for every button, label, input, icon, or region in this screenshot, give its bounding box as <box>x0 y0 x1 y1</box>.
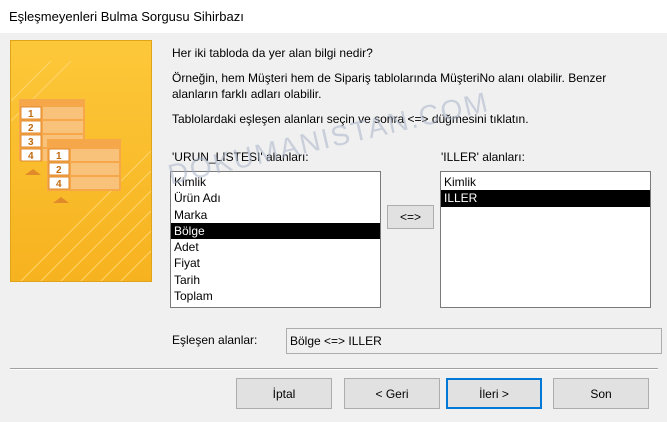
art-num-back-1: 1 <box>28 109 34 120</box>
art-num-front-2: 2 <box>56 165 62 176</box>
finish-button[interactable]: Son <box>553 378 649 409</box>
table-join-graphic: 1 2 3 4 1 2 4 <box>11 60 151 281</box>
list-item[interactable]: Fiyat <box>171 255 380 271</box>
list-item[interactable]: Kimlik <box>441 174 650 190</box>
title-bar: Eşleşmeyenleri Bulma Sorgusu Sihirbazı <box>0 0 667 33</box>
list-item[interactable]: Tarih <box>171 272 380 288</box>
cancel-button[interactable]: İptal <box>236 378 332 409</box>
match-fields-button[interactable]: <=> <box>387 205 434 229</box>
art-num-front-1: 1 <box>56 151 62 162</box>
art-num-back-2: 2 <box>28 123 34 134</box>
next-button[interactable]: İleri > <box>446 378 542 409</box>
list-item[interactable]: Toplam <box>171 288 380 304</box>
list-item[interactable]: Kimlik <box>171 174 380 190</box>
back-button[interactable]: < Geri <box>344 378 440 409</box>
example-text-line2: alanların farklı adları olabilir. <box>172 87 322 101</box>
list-item[interactable]: Marka <box>171 207 380 223</box>
matched-fields-value: Bölge <=> ILLER <box>286 328 662 354</box>
action-text: Tablolardaki eşleşen alanları seçin ve s… <box>172 112 529 126</box>
list-item-selected[interactable]: Bölge <box>171 222 380 240</box>
question-text: Her iki tabloda da yer alan bilgi nedir? <box>172 46 373 60</box>
art-num-back-3: 3 <box>28 137 34 148</box>
art-num-back-4: 4 <box>28 151 34 162</box>
right-list-label: 'ILLER' alanları: <box>441 150 525 164</box>
window-title: Eşleşmeyenleri Bulma Sorgusu Sihirbazı <box>9 9 244 24</box>
footer-divider <box>10 368 658 370</box>
art-num-front-4: 4 <box>56 179 62 190</box>
list-item[interactable]: Ürün Adı <box>171 190 380 206</box>
left-list-label: 'URUN_LISTESI' alanları: <box>172 150 309 164</box>
list-item[interactable]: Adet <box>171 239 380 255</box>
matched-fields-label: Eşleşen alanlar: <box>172 333 258 347</box>
example-text-line1: Örneğin, hem Müşteri hem de Sipariş tabl… <box>172 71 607 85</box>
list-item-selected[interactable]: ILLER <box>441 190 650 207</box>
wizard-illustration: 1 2 3 4 1 2 4 <box>10 40 152 282</box>
left-field-list[interactable]: Kimlik Ürün Adı Marka Bölge Adet Fiyat T… <box>170 171 381 308</box>
right-field-list[interactable]: Kimlik ILLER <box>440 171 651 308</box>
